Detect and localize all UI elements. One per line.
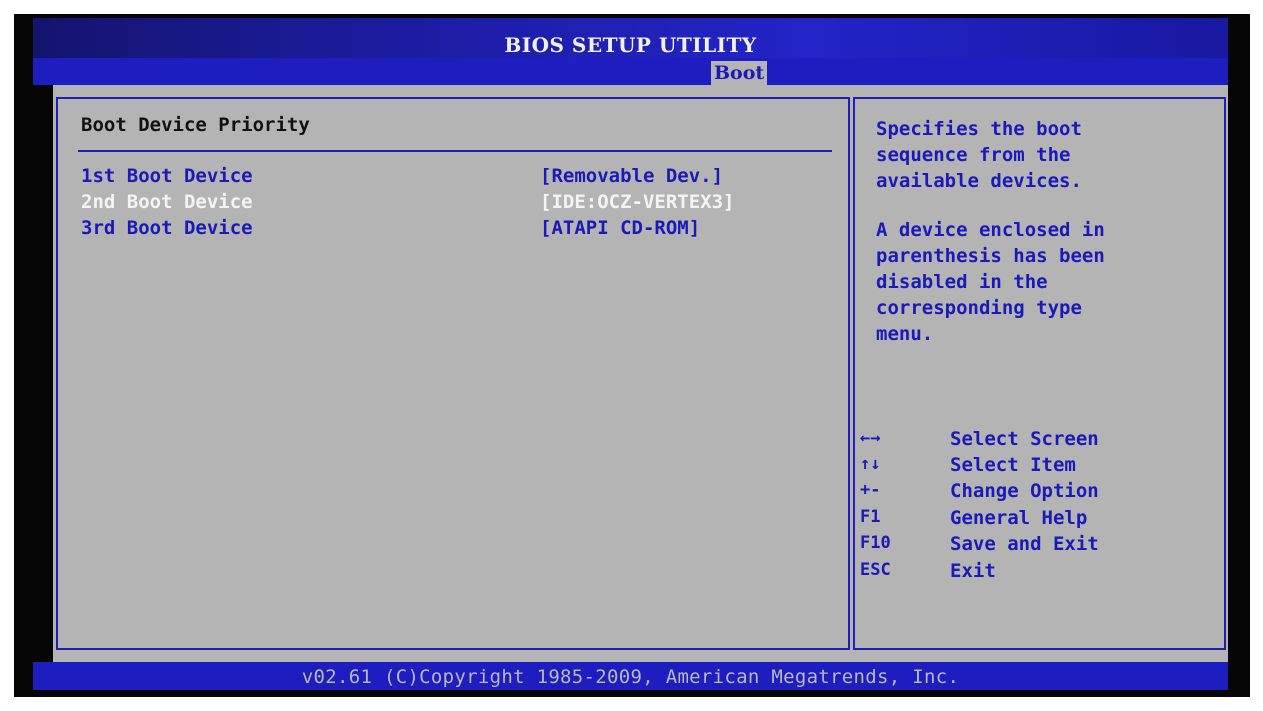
help-line: A device enclosed in <box>876 219 1105 241</box>
help-line: available devices. <box>876 170 1082 192</box>
key-esc: ESC <box>860 560 891 580</box>
help-line: parenthesis has been <box>876 245 1105 267</box>
key-hint-desc: General Help <box>950 507 1088 529</box>
key-hint-exit: ESC Exit <box>860 560 1220 586</box>
key-hint-select-screen: ←→ Select Screen <box>860 428 1220 454</box>
footer-bar: v02.61 (C)Copyright 1985-2009, American … <box>33 662 1228 690</box>
help-line: corresponding type <box>876 297 1082 319</box>
plus-minus-icon: +- <box>860 480 881 500</box>
menu-bar: Boot <box>33 58 1228 85</box>
help-line: Specifies the boot <box>876 118 1082 140</box>
key-hint-desc: Save and Exit <box>950 533 1099 555</box>
tab-boot[interactable]: Boot <box>711 61 768 85</box>
boot-device-1-value[interactable]: [Removable Dev.] <box>540 165 723 187</box>
help-text: Specifies the boot sequence from the ava… <box>876 116 1216 347</box>
key-hint-select-item: ↑↓ Select Item <box>860 454 1220 480</box>
boot-device-2-label[interactable]: 2nd Boot Device <box>81 191 253 213</box>
help-line: disabled in the <box>876 271 1048 293</box>
key-f1: F1 <box>860 507 881 527</box>
up-down-arrow-icon: ↑↓ <box>860 454 881 474</box>
key-f10: F10 <box>860 533 891 553</box>
key-hint-desc: Change Option <box>950 480 1099 502</box>
section-divider <box>78 150 832 152</box>
key-hint-desc: Select Item <box>950 454 1076 476</box>
help-line: menu. <box>876 323 934 345</box>
boot-device-3-label[interactable]: 3rd Boot Device <box>81 217 253 239</box>
key-hint-save-exit: F10 Save and Exit <box>860 533 1220 559</box>
key-hint-desc: Select Screen <box>950 428 1099 450</box>
copyright-text: v02.61 (C)Copyright 1985-2009, American … <box>301 666 960 688</box>
boot-device-3-value[interactable]: [ATAPI CD-ROM] <box>540 217 700 239</box>
boot-device-2-value[interactable]: [IDE:OCZ-VERTEX3] <box>540 191 734 213</box>
key-hint-change-option: +- Change Option <box>860 480 1220 506</box>
left-right-arrow-icon: ←→ <box>860 428 881 448</box>
help-line: sequence from the <box>876 144 1071 166</box>
boot-device-1-label[interactable]: 1st Boot Device <box>81 165 253 187</box>
window-title: BIOS SETUP UTILITY <box>504 33 757 57</box>
key-hint-general-help: F1 General Help <box>860 507 1220 533</box>
key-hint-desc: Exit <box>950 560 996 582</box>
title-bar: BIOS SETUP UTILITY <box>33 18 1228 58</box>
section-title: Boot Device Priority <box>81 114 310 136</box>
